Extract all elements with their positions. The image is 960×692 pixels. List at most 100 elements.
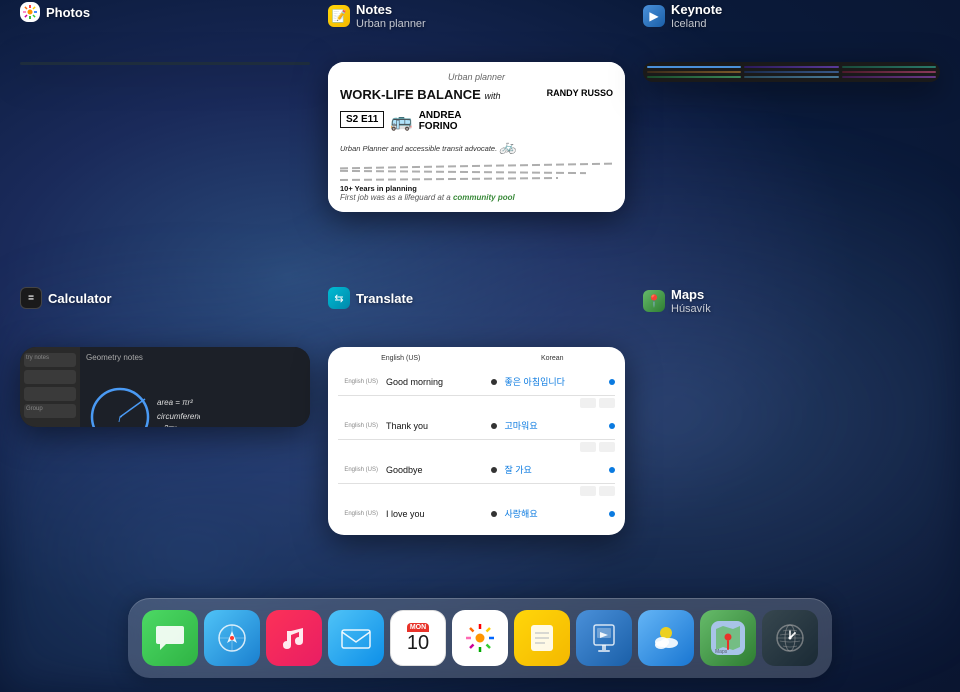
app-switcher-grid: Photos xyxy=(20,30,940,582)
maps-card-wrapper[interactable]: 📍 Maps Húsavík xyxy=(643,315,940,582)
maps-subtitle: Húsavík xyxy=(671,303,711,315)
calc-diagram-svg: r area = πr² circumference = 2πr h w xyxy=(85,367,200,427)
keynote-subtitle: Iceland xyxy=(671,18,722,30)
maps-app-name: Maps xyxy=(671,287,711,303)
keynote-slide-9 xyxy=(842,76,936,78)
translate-dot-blue-3 xyxy=(609,467,615,473)
keynote-card-header: ▶ Keynote Iceland xyxy=(643,2,722,30)
dock: MON 10 xyxy=(128,598,832,678)
notes-sketch xyxy=(340,165,613,180)
notes-dock-icon[interactable] xyxy=(514,610,570,666)
keynote-slide-8 xyxy=(744,76,838,78)
translate-card[interactable]: English (US) Korean English (US) Good mo… xyxy=(328,347,625,535)
safari-icon[interactable] xyxy=(204,610,260,666)
calc-sidebar: try notes Group xyxy=(20,347,80,427)
music-icon[interactable] xyxy=(266,610,322,666)
dock-item-keynote-dock[interactable] xyxy=(576,610,632,666)
calc-sidebar-item-3 xyxy=(24,387,76,401)
notes-card-wrapper[interactable]: 📝 Notes Urban planner Urban planner WORK… xyxy=(328,30,625,297)
messages-icon-svg xyxy=(154,622,186,654)
dock-item-weather[interactable] xyxy=(638,610,694,666)
translate-actions-3 xyxy=(338,484,615,500)
keynote-slide-7 xyxy=(647,76,741,78)
translate-action-3a[interactable] xyxy=(580,486,596,496)
translate-source-1: Good morning xyxy=(386,377,483,387)
dock-item-safari[interactable] xyxy=(204,610,260,666)
safari-icon-svg xyxy=(215,621,249,655)
translate-action-1a[interactable] xyxy=(580,398,596,408)
calculator-card-header: = Calculator xyxy=(20,287,112,309)
translate-card-header: ⇆ Translate xyxy=(328,287,413,309)
translate-actions-1 xyxy=(338,396,615,412)
svg-text:circumference: circumference xyxy=(157,412,200,421)
translate-action-3b[interactable] xyxy=(599,486,615,496)
photos-card-header: Photos xyxy=(20,2,90,22)
keynote-app-title-group: Keynote Iceland xyxy=(671,2,722,30)
translate-header: English (US) Korean xyxy=(338,355,615,362)
photos-card[interactable] xyxy=(20,62,310,65)
translate-action-2a[interactable] xyxy=(580,442,596,452)
translate-dot-2 xyxy=(491,423,497,429)
keynote-card-wrapper[interactable]: ▶ Keynote Iceland xyxy=(643,30,940,297)
notes-dock-icon-svg xyxy=(527,623,557,653)
notes-card[interactable]: Urban planner WORK-LIFE BALANCE with RAN… xyxy=(328,62,625,212)
maps-card-header: 📍 Maps Húsavík xyxy=(643,287,711,315)
svg-text:Maps: Maps xyxy=(715,649,728,655)
calculator-card-wrapper[interactable]: = Calculator try notes Group Geometry no… xyxy=(20,315,310,582)
maps-dock-icon[interactable]: Maps xyxy=(700,610,756,666)
dock-item-calendar[interactable]: MON 10 xyxy=(390,610,446,666)
translate-source-4: I love you xyxy=(386,509,483,519)
translate-target-3: 잘 가요 xyxy=(505,463,602,476)
weather-icon[interactable] xyxy=(638,610,694,666)
calculator-card[interactable]: try notes Group Geometry notes r xyxy=(20,347,310,427)
notes-bus-emoji: 🚌 xyxy=(390,111,412,132)
dock-item-notes-dock[interactable] xyxy=(514,610,570,666)
translate-target-lang: Korean xyxy=(490,355,616,362)
translate-lang-label-1: English (US) xyxy=(338,379,378,385)
dock-item-photos-dock[interactable] xyxy=(452,610,508,666)
calculator-app-icon: = xyxy=(20,287,42,309)
translate-source-3: Goodbye xyxy=(386,465,483,475)
translate-dot-blue-2 xyxy=(609,423,615,429)
photos-dock-icon[interactable] xyxy=(452,610,508,666)
translate-app-icon: ⇆ xyxy=(328,287,350,309)
notes-app-title-group: Notes Urban planner xyxy=(356,2,426,30)
keynote-dock-icon[interactable] xyxy=(576,610,632,666)
keynote-card[interactable] xyxy=(643,62,940,82)
translate-lang-label-3: English (US) xyxy=(338,467,378,473)
notes-label: Urban planner xyxy=(340,72,613,82)
worldclock-icon[interactable] xyxy=(762,610,818,666)
photos-card-wrapper[interactable]: Photos xyxy=(20,30,310,297)
notes-community-pool: community pool xyxy=(453,193,515,202)
notes-author: RANDY RUSSO xyxy=(547,88,613,99)
translate-action-2b[interactable] xyxy=(599,442,615,452)
calendar-icon[interactable]: MON 10 xyxy=(390,610,446,666)
translate-target-4: 사랑해요 xyxy=(505,507,602,520)
translate-card-wrapper[interactable]: ⇆ Translate English (US) Korean English … xyxy=(328,315,625,582)
keynote-slide-1 xyxy=(647,66,741,68)
notes-content: Urban planner WORK-LIFE BALANCE with RAN… xyxy=(328,62,625,212)
dock-item-music[interactable] xyxy=(266,610,322,666)
translate-actions-2 xyxy=(338,440,615,456)
keynote-slides-grid xyxy=(643,62,940,82)
photos-app-name: Photos xyxy=(46,5,90,20)
worldclock-icon-svg xyxy=(773,621,807,655)
dock-item-worldclock[interactable] xyxy=(762,610,818,666)
dock-item-messages[interactable] xyxy=(142,610,198,666)
translate-source-lang: English (US) xyxy=(338,355,464,362)
dock-item-maps-dock[interactable]: Maps xyxy=(700,610,756,666)
notes-subtitle: Urban planner xyxy=(356,18,426,30)
mail-icon[interactable] xyxy=(328,610,384,666)
translate-row-3: English (US) Goodbye 잘 가요 xyxy=(338,456,615,484)
photos-app-icon xyxy=(20,2,40,22)
keynote-slide-2 xyxy=(744,66,838,68)
calc-sidebar-item-2 xyxy=(24,370,76,384)
messages-icon[interactable] xyxy=(142,610,198,666)
translate-dot-blue-1 xyxy=(609,379,615,385)
dock-item-mail[interactable] xyxy=(328,610,384,666)
translate-target-1: 좋은 아침입니다 xyxy=(505,375,602,388)
translate-source-2: Thank you xyxy=(386,421,483,431)
maps-app-icon: 📍 xyxy=(643,290,665,312)
keynote-slide-3 xyxy=(842,66,936,68)
translate-action-1b[interactable] xyxy=(599,398,615,408)
